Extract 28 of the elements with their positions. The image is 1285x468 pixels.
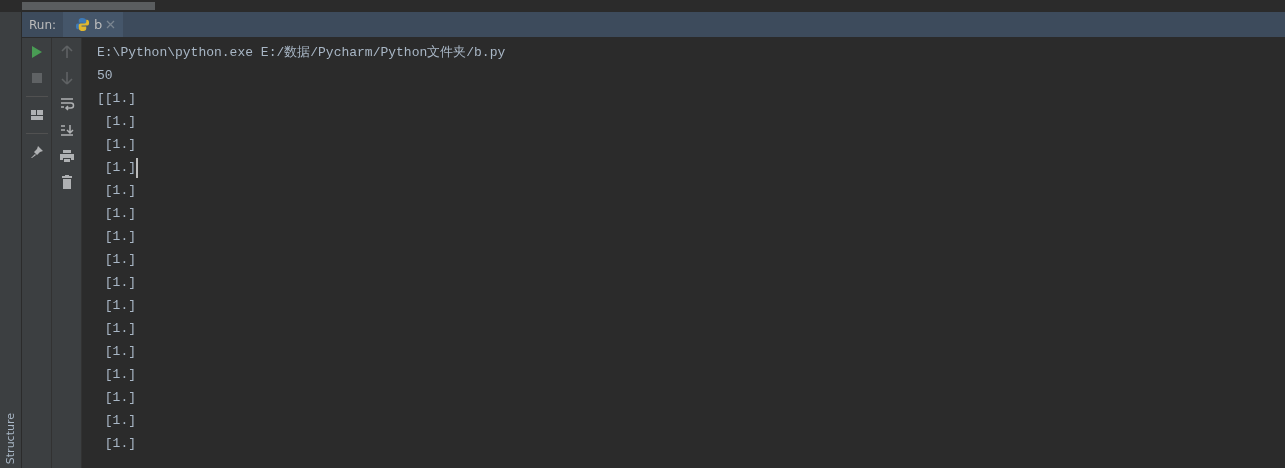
console-line: [1.] bbox=[103, 412, 136, 430]
console-line: [1.] bbox=[103, 182, 136, 200]
console-line: [1.] bbox=[103, 320, 136, 338]
tab-label: b bbox=[94, 17, 103, 32]
console-line: [1.] bbox=[103, 228, 136, 246]
printer-icon[interactable] bbox=[58, 148, 75, 164]
console-line: [1.] bbox=[103, 366, 136, 384]
console-line: [1.] bbox=[103, 205, 136, 223]
console-line: [1.] bbox=[103, 251, 136, 269]
console-line: [1.] bbox=[103, 274, 136, 292]
console-line: E:\Python\python.exe E:/数据/Pycharm/Python文件夹/b.py bbox=[97, 44, 506, 62]
console-line: [1.] bbox=[103, 113, 136, 131]
console-line: [1.] bbox=[103, 343, 136, 361]
console-line: [1.] bbox=[103, 136, 136, 154]
console-line: 50 bbox=[97, 67, 113, 85]
layout-icon[interactable] bbox=[28, 107, 45, 123]
wrap-icon[interactable] bbox=[58, 96, 75, 112]
scroll-end-icon[interactable] bbox=[58, 122, 75, 138]
python-icon bbox=[75, 17, 91, 32]
scrollbar-thumb[interactable] bbox=[22, 2, 155, 10]
structure-tab[interactable]: Structure bbox=[4, 408, 17, 468]
console-line: [1.] bbox=[103, 297, 136, 315]
run-tab[interactable]: b bbox=[63, 12, 124, 37]
console-line: [1.] bbox=[103, 159, 136, 177]
console-line: [1.] bbox=[103, 389, 136, 407]
run-label: Run: bbox=[28, 17, 58, 32]
console-line: [1.] bbox=[103, 435, 136, 453]
console-line: [[1.] bbox=[97, 90, 136, 108]
